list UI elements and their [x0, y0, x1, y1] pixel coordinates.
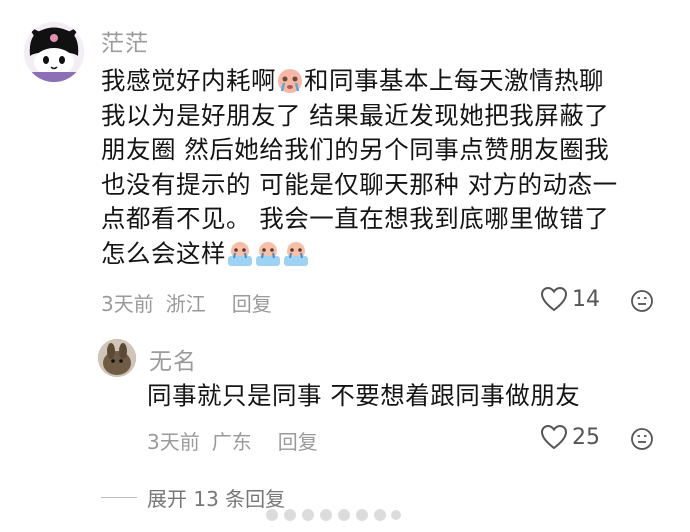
reply-time: 3天前: [147, 430, 200, 454]
comment-meta: 3天前 浙江 回复: [101, 288, 272, 317]
reply-reply-button[interactable]: 回复: [278, 426, 318, 455]
like-count: 14: [572, 286, 600, 312]
reply-username[interactable]: 无名: [149, 342, 197, 376]
avatar[interactable]: [24, 22, 84, 82]
comment-time: 3天前: [101, 292, 154, 316]
reply-meta: 3天前 广东 回复: [147, 426, 318, 455]
crying-bath-icon: [284, 241, 308, 266]
comment-text: 我感觉好内耗啊 和同事基本上每天激情热聊 我以为是好朋友了 结果最近发现她把我屏蔽…: [101, 66, 618, 268]
reply-like-button[interactable]: 25: [540, 424, 600, 450]
reply-button[interactable]: 回复: [232, 288, 272, 317]
expand-replies-button[interactable]: 展开 13 条回复: [101, 483, 285, 512]
crying-bath-icon: [256, 241, 280, 266]
like-button[interactable]: 14: [540, 286, 600, 312]
comment-username[interactable]: 茫茫: [101, 24, 149, 58]
divider: [101, 497, 137, 498]
heart-icon: [540, 286, 568, 312]
reply-text: 同事就只是同事 不要想着跟同事做朋友: [147, 381, 581, 410]
reply-avatar[interactable]: [98, 339, 136, 377]
reply-location: 广东: [211, 430, 252, 454]
reply-like-count: 25: [572, 424, 600, 450]
dislike-face-icon[interactable]: [630, 427, 654, 451]
dislike-face-icon[interactable]: [630, 289, 654, 313]
heart-icon: [540, 424, 568, 450]
comment-location: 浙江: [165, 292, 206, 316]
crying-face-icon: [278, 69, 302, 93]
crying-bath-icon: [228, 241, 252, 266]
watermark: [266, 509, 401, 521]
